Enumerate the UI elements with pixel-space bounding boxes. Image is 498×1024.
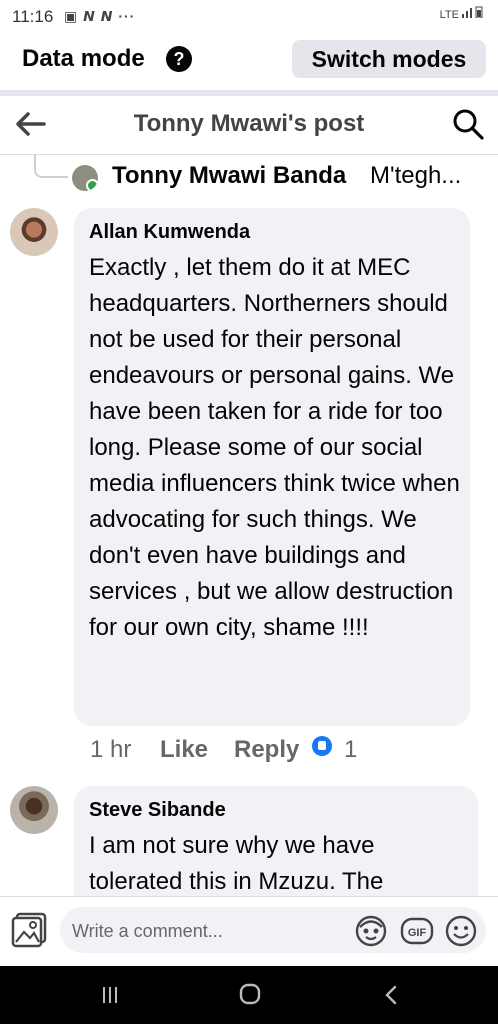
avatar[interactable] <box>10 208 58 256</box>
emoji-icon[interactable] <box>444 914 478 948</box>
comment-composer: Write a comment... GIF <box>0 896 498 967</box>
home-icon[interactable] <box>238 982 262 1006</box>
reply-button[interactable]: Reply <box>234 736 299 764</box>
system-nav-bar <box>0 966 498 1024</box>
status-time: 11:16 <box>12 7 54 26</box>
svg-text:GIF: GIF <box>408 927 427 939</box>
reaction-count[interactable]: 1 <box>344 736 357 764</box>
battery-signal-icon <box>462 6 483 19</box>
comment-author[interactable]: Steve Sibande <box>89 799 226 822</box>
comment-bubble[interactable]: Allan Kumwenda Exactly , let them do it … <box>74 208 470 726</box>
gif-icon[interactable]: GIF <box>400 914 434 948</box>
parent-comment-author[interactable]: Tonny Mwawi Banda <box>112 162 346 190</box>
post-header: Tonny Mwawi's post <box>0 96 498 155</box>
comment-time: 1 hr <box>90 736 132 763</box>
recent-apps-icon[interactable] <box>100 985 120 1005</box>
help-icon[interactable]: ? <box>166 46 192 72</box>
comment-text: I am not sure why we have tolerated this… <box>89 832 384 895</box>
avatar[interactable] <box>10 786 58 834</box>
search-icon[interactable] <box>452 108 484 140</box>
parent-comment-snippet[interactable]: M'tegh... <box>370 162 461 190</box>
photo-icon[interactable] <box>10 911 48 949</box>
comment-text: Exactly , let them do it at MEC headquar… <box>89 254 460 641</box>
back-icon[interactable] <box>380 983 402 1007</box>
like-button[interactable]: Like <box>160 736 208 764</box>
notification-icons: ▣ 𝙉 𝙉 ··· <box>64 8 136 24</box>
data-mode-banner: Data mode ? Switch modes <box>0 34 498 90</box>
avatar[interactable] <box>72 165 98 191</box>
switch-modes-button[interactable]: Switch modes <box>292 40 486 78</box>
avatar-sticker-icon[interactable] <box>354 914 388 948</box>
page-title: Tonny Mwawi's post <box>133 110 365 137</box>
data-mode-title: Data mode <box>22 45 145 72</box>
comment-placeholder[interactable]: Write a comment... <box>72 921 223 942</box>
thread-connector <box>34 154 68 178</box>
online-indicator <box>86 179 98 191</box>
comment-author[interactable]: Allan Kumwenda <box>89 221 250 244</box>
back-arrow-icon[interactable] <box>14 110 46 138</box>
signal-icon: LTE <box>440 6 484 21</box>
network-label: LTE <box>439 9 459 21</box>
like-reaction-icon[interactable] <box>312 736 332 756</box>
status-bar: 11:16 ▣ 𝙉 𝙉 ··· LTE <box>0 0 498 34</box>
